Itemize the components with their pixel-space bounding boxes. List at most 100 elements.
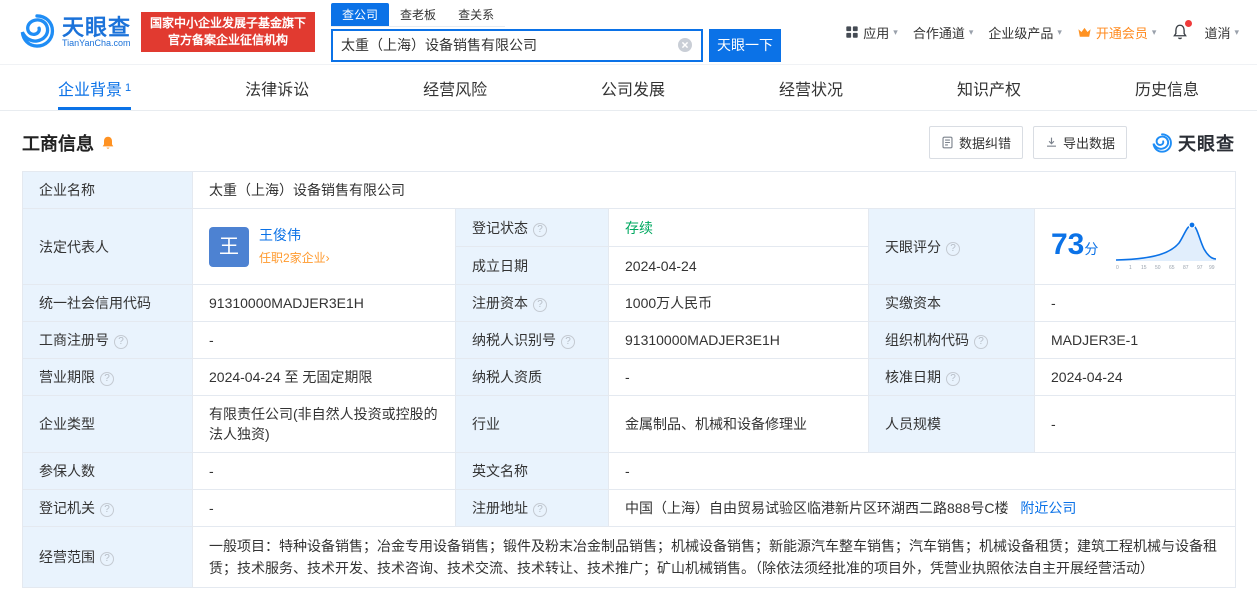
taxpayer-quality-value: - [608,358,869,396]
info-icon[interactable]: ? [114,335,128,349]
watermark-brand: 天眼查 [1151,130,1235,156]
info-icon[interactable]: ? [974,335,988,349]
tab-company-development[interactable]: 公司发展 [601,65,665,110]
reg-capital-label-text: 注册资本 [472,295,528,311]
org-code-value: MADJER3E-1 [1033,321,1237,359]
company-nav-tabs: 企业背景 1 法律诉讼 经营风险 公司发展 经营状况 知识产权 历史信息 [0,64,1257,111]
establish-date-label: 成立日期 [455,246,609,285]
paid-capital-label: 实缴资本 [868,284,1035,322]
address-label: 注册地址? [455,489,609,527]
paid-capital-value: - [1033,284,1237,322]
top-header: 天眼查 TianYanCha.com 国家中小企业发展子基金旗下 官方备案企业征… [0,0,1257,64]
menu-vip-label: 开通会员 [1095,25,1148,41]
business-info-section-head: 工商信息 数据纠错 导出数据 天眼查 [22,126,1235,159]
reg-capital-label: 注册资本? [455,284,609,322]
legal-rep-label: 法定代表人 [22,208,193,285]
info-icon[interactable]: ? [946,241,960,256]
watermark-brand-text: 天眼查 [1178,133,1235,154]
legal-rep-avatar[interactable]: 王 [209,226,249,267]
tab-count-badge: 1 [125,81,132,94]
reg-status-label: 登记状态? [455,208,609,247]
gov-certification-badge: 国家中小企业发展子基金旗下 官方备案企业征信机构 [141,12,316,52]
tab-company-background[interactable]: 企业背景 1 [58,65,132,110]
tab-history-info[interactable]: 历史信息 [1135,65,1199,110]
taxpayer-id-value: 91310000MADJER3E1H [608,321,869,359]
score-value: 73 [1051,227,1085,261]
notifications-bell[interactable] [1171,20,1193,41]
industry-value: 金属制品、机械和设备修理业 [608,395,869,453]
address-value: 中国（上海）自由贸易试验区临港新片区环湖西二路888号C楼 [625,500,1009,516]
tab-operation-status[interactable]: 经营状况 [779,65,843,110]
table-row: 企业名称 太重（上海）设备销售有限公司 [22,171,1237,209]
search-tab-boss[interactable]: 查老板 [389,3,447,26]
chevron-down-icon: ▾ [893,26,898,37]
user-menu[interactable]: 道消 ▾ [1204,23,1239,42]
info-icon[interactable]: ? [533,222,547,237]
info-icon[interactable]: ? [946,372,960,386]
top-menu: 应用 ▾ 合作通道 ▾ 企业级产品 ▾ 开通会员 ▾ 道消 ▾ [845,20,1239,42]
business-term-value: 2024-04-24 至 无固定期限 [192,358,456,396]
section-title: 工商信息 [22,133,94,154]
nearby-companies-link[interactable]: 附近公司 [1020,500,1076,516]
tianyancha-logo[interactable]: 天眼查 TianYanCha.com [18,12,131,53]
export-data-button[interactable]: 导出数据 [1032,126,1127,159]
info-icon[interactable]: ? [533,503,547,517]
legal-rep-positions-link[interactable]: 任职2家企业› [259,248,330,268]
table-row: 法定代表人 王 王俊伟 任职2家企业› 登记状态? 存续 天眼评分? 73分 0… [22,208,1237,285]
approval-date-label: 核准日期? [868,358,1035,396]
credit-code-value: 91310000MADJER3E1H [192,284,456,322]
menu-cooperation[interactable]: 合作通道 ▾ [913,23,974,42]
legal-rep-name-link[interactable]: 王俊伟 [259,225,330,245]
table-row: 统一社会信用代码 91310000MADJER3E1H 注册资本? 1000万人… [22,284,1237,322]
business-term-label: 营业期限? [22,358,193,396]
industry-label: 行业 [455,395,609,453]
search-area: 查公司 查老板 查关系 天眼一下 [331,2,782,62]
tianyancha-logo-icon [18,12,56,53]
search-input[interactable] [341,37,678,53]
data-correction-button[interactable]: 数据纠错 [928,126,1023,159]
info-icon[interactable]: ? [100,552,114,566]
business-scope-label: 经营范围? [22,526,193,588]
tab-operation-risk[interactable]: 经营风险 [423,65,487,110]
search-button[interactable]: 天眼一下 [709,28,782,62]
svg-text:97: 97 [1197,265,1203,271]
business-scope-label-text: 经营范围 [39,549,95,565]
svg-text:1: 1 [1129,265,1132,271]
tianyancha-brand-icon [1151,132,1173,154]
reg-authority-value: - [192,489,456,527]
table-row: 经营范围? 一般项目：特种设备销售；冶金专用设备销售；锻件及粉末冶金制品销售；机… [22,526,1237,588]
info-icon[interactable]: ? [533,298,547,312]
svg-text:87: 87 [1183,265,1189,271]
score-label: 天眼评分? [868,208,1035,285]
english-name-label: 英文名称 [455,452,609,490]
clear-search-icon[interactable] [677,37,693,53]
credit-code-label: 统一社会信用代码 [22,284,193,322]
approval-date-label-text: 核准日期 [885,369,941,385]
search-tab-company[interactable]: 查公司 [331,2,390,26]
logo-name: 天眼查 [62,14,132,40]
company-type-value: 有限责任公司(非自然人投资或控股的法人独资) [192,395,456,453]
reg-number-value: - [192,321,456,359]
search-tab-relation[interactable]: 查关系 [447,3,505,26]
table-row: 登记机关? - 注册地址? 中国（上海）自由贸易试验区临港新片区环湖西二路888… [22,489,1237,527]
gov-badge-line2: 官方备案企业征信机构 [168,33,289,47]
svg-text:50: 50 [1155,265,1161,271]
table-row: 工商注册号? - 纳税人识别号? 91310000MADJER3E1H 组织机构… [22,321,1237,359]
svg-text:15: 15 [1141,265,1147,271]
taxpayer-quality-label: 纳税人资质 [455,358,609,396]
score-distribution-chart: 0 1 15 50 65 87 97 99 [1114,217,1219,276]
gov-badge-line1: 国家中小企业发展子基金旗下 [150,16,307,30]
tab-intellectual-property[interactable]: 知识产权 [957,65,1021,110]
menu-apps[interactable]: 应用 ▾ [845,23,898,42]
info-icon[interactable]: ? [561,335,575,349]
tab-legal-litigation[interactable]: 法律诉讼 [245,65,309,110]
menu-vip[interactable]: 开通会员 ▾ [1077,23,1156,42]
menu-enterprise-products[interactable]: 企业级产品 ▾ [988,23,1062,42]
score-cell[interactable]: 73分 0 1 15 50 65 87 97 99 [1033,208,1237,285]
reg-authority-label: 登记机关? [22,489,193,527]
score-marker [1188,221,1196,229]
info-icon[interactable]: ? [100,503,114,517]
legal-rep-cell: 王 王俊伟 任职2家企业› [192,208,456,285]
info-icon[interactable]: ? [100,372,114,386]
subscribe-bell-icon[interactable] [100,135,116,151]
